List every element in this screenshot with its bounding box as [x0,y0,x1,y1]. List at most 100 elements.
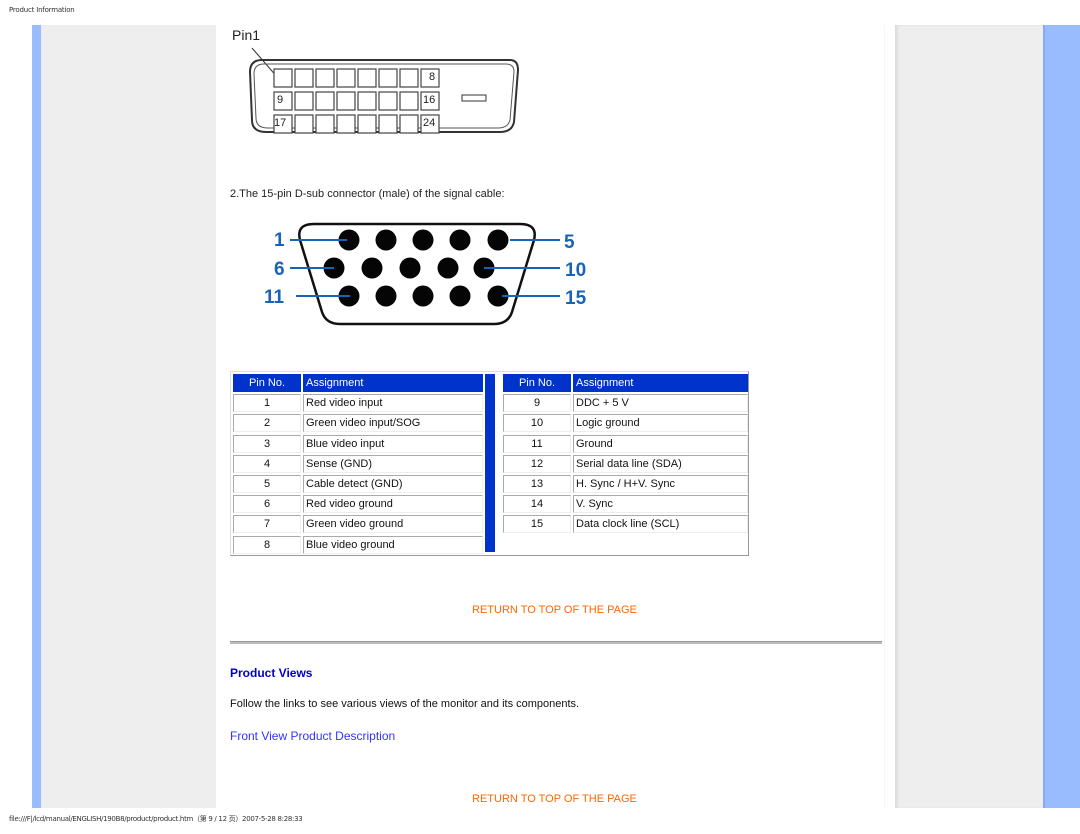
product-views-heading: Product Views [230,666,313,680]
dvi-pin [357,114,377,134]
table-row: 10 Logic ground [503,414,748,433]
dvi-pin [357,68,377,88]
table-row: 1 Red video input [233,394,483,413]
assignment-cell: Ground [573,434,748,453]
header-assignment: Assignment [573,374,748,392]
dvi-pin [399,91,419,111]
table-divider-bar [485,374,495,552]
product-views-description: Follow the links to see various views of… [230,698,580,710]
dsub-pin [375,285,397,307]
dvi-pin-grid [273,68,440,134]
right-divider [884,25,885,808]
table-row: 13 H. Sync / H+V. Sync [503,474,748,493]
pin-table-left: Pin No. Assignment 1 Red video input 2 Gree… [233,374,483,554]
assignment-cell: Cable detect (GND) [303,474,483,493]
dvi-pin [336,68,356,88]
table-row: 4 Sense (GND) [233,454,483,473]
pin-number-cell: 1 [233,394,301,413]
pin-number-cell: 3 [233,434,301,453]
dvi-pin [294,68,314,88]
front-view-link[interactable]: Front View Product Description [230,729,395,743]
dvi-pin [336,114,356,134]
dsub-pin [361,257,383,279]
dvi-pin [315,68,335,88]
dvi-label-8: 8 [429,71,435,83]
table-row: 6 Red video ground [233,495,483,514]
pin-number-cell: 6 [233,495,301,514]
assignment-cell: V. Sync [573,495,748,514]
table-row: 11 Ground [503,434,748,453]
dsub-label-11: 11 [264,287,285,308]
pin-number-cell: 4 [233,454,301,473]
pin-number-cell: 11 [503,434,571,453]
dvi-pin [357,91,377,111]
header-assignment: Assignment [303,374,483,392]
table-row: 3 Blue video input [233,434,483,453]
assignment-cell: Red video ground [303,495,483,514]
dsub-label-1: 1 [274,230,285,251]
pin-number-cell: 5 [233,474,301,493]
pin-table-right: Pin No. Assignment 9 DDC + 5 V 10 Logic gro… [503,374,748,534]
horizontal-rule [230,641,882,644]
table-row: 9 DDC + 5 V [503,394,748,413]
assignment-cell: Blue video ground [303,535,483,554]
dvi-pin [273,68,293,88]
dvi-pin [336,91,356,111]
assignment-cell: Serial data line (SDA) [573,454,748,473]
dsub-pin [399,257,421,279]
assignment-cell: Green video ground [303,515,483,534]
dvi-pin [294,91,314,111]
left-sidebar-accent [32,25,41,808]
dvi-label-24: 24 [423,117,435,129]
left-sidebar [41,25,216,808]
return-to-top-link[interactable]: RETURN TO TOP OF THE PAGE [472,604,637,616]
pin-number-cell: 12 [503,454,571,473]
right-sidebar-accent [1043,25,1080,808]
dvi-pin [378,68,398,88]
table-header: Pin No. Assignment [233,374,483,392]
dsub-label-15: 15 [565,288,587,309]
dsub-connector-diagram: 1 5 6 10 11 15 [264,222,587,326]
dsub-label-6: 6 [274,259,285,280]
dvi-pin [294,114,314,134]
dvi-pin [399,68,419,88]
dsub-pin [487,229,509,251]
dsub-pin [449,229,471,251]
table-row: 12 Serial data line (SDA) [503,454,748,473]
dvi-label-17: 17 [274,117,286,129]
table-row: 2 Green video input/SOG [233,414,483,433]
dvi-pin [315,91,335,111]
dvi-pin [378,114,398,134]
pin-number-cell: 9 [503,394,571,413]
pin-number-cell: 14 [503,495,571,514]
pin-number-cell: 13 [503,474,571,493]
footer-file-path: file:///F|/lcd/manual/ENGLISH/190B8/prod… [9,815,303,823]
dvi-pin [378,91,398,111]
dsub-label-10: 10 [565,260,586,281]
assignment-cell: Blue video input [303,434,483,453]
dvi-label-9: 9 [277,94,283,106]
table-row: 8 Blue video ground [233,535,483,554]
dsub-label-5: 5 [564,232,575,253]
header-pin-no: Pin No. [503,374,571,392]
right-sidebar [895,25,1043,808]
pin-number-cell: 2 [233,414,301,433]
pin-assignment-table: Pin No. Assignment 1 Red video input 2 Gree… [230,371,749,556]
pin-number-cell: 7 [233,515,301,534]
return-to-top-link-bottom[interactable]: RETURN TO TOP OF THE PAGE [472,793,637,805]
dsub-pin [449,285,471,307]
pin-number-cell: 10 [503,414,571,433]
table-row: 7 Green video ground [233,515,483,534]
page-header-title: Product Information [9,6,75,14]
pin-number-cell: 15 [503,515,571,534]
dsub-caption: 2.The 15-pin D-sub connector (male) of t… [230,188,505,200]
table-row: 14 V. Sync [503,495,748,514]
assignment-cell: Red video input [303,394,483,413]
assignment-cell: H. Sync / H+V. Sync [573,474,748,493]
dsub-pin [412,285,434,307]
assignment-cell: Green video input/SOG [303,414,483,433]
header-pin-no: Pin No. [233,374,301,392]
dsub-pin [375,229,397,251]
pin-number-cell: 8 [233,535,301,554]
table-header: Pin No. Assignment [503,374,748,392]
